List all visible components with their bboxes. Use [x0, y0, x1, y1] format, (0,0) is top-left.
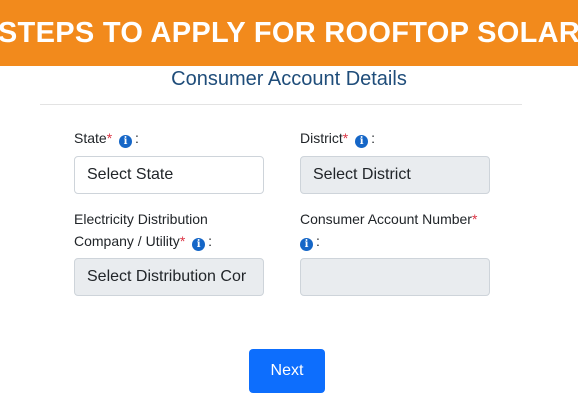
district-label: District — [300, 130, 343, 146]
district-select[interactable]: Select District — [300, 156, 490, 194]
state-select-value: Select State — [87, 166, 174, 183]
consumer-account-label: Consumer Account Number — [300, 211, 472, 227]
info-icon[interactable]: i — [355, 135, 369, 148]
required-mark: * — [342, 130, 349, 146]
next-button[interactable]: Next — [249, 349, 325, 393]
discom-label-line1: Electricity Distribution — [74, 211, 208, 227]
required-mark: * — [179, 233, 186, 249]
section-title: Consumer Account Details — [171, 68, 407, 90]
header-banner: STEPS TO APPLY FOR ROOFTOP SOLAR — [0, 0, 578, 66]
state-label: State — [74, 130, 107, 146]
consumer-account-label-group: Consumer Account Number* i: — [300, 208, 477, 252]
info-icon[interactable]: i — [119, 135, 133, 148]
discom-label-line2: Company / Utility — [74, 233, 180, 249]
state-select[interactable]: Select State — [74, 156, 264, 194]
section-divider — [40, 104, 522, 105]
district-select-value: Select District — [313, 166, 411, 183]
district-label-group: District* i: — [300, 127, 375, 149]
label-colon: : — [135, 130, 139, 146]
info-icon[interactable]: i — [300, 238, 313, 251]
info-icon[interactable]: i — [192, 238, 206, 251]
label-colon: : — [371, 130, 376, 146]
required-mark: * — [471, 211, 478, 227]
discom-select-value: Select Distribution Cor — [87, 268, 247, 285]
label-colon: : — [208, 233, 213, 249]
discom-label-group: Electricity Distribution Company / Utili… — [74, 208, 212, 252]
discom-select[interactable]: Select Distribution Cor — [74, 258, 264, 296]
banner-title: STEPS TO APPLY FOR ROOFTOP SOLAR — [0, 16, 578, 49]
consumer-account-input[interactable] — [300, 258, 490, 296]
label-colon: : — [316, 233, 320, 249]
required-mark: * — [106, 130, 113, 146]
state-label-group: State* i: — [74, 127, 139, 149]
